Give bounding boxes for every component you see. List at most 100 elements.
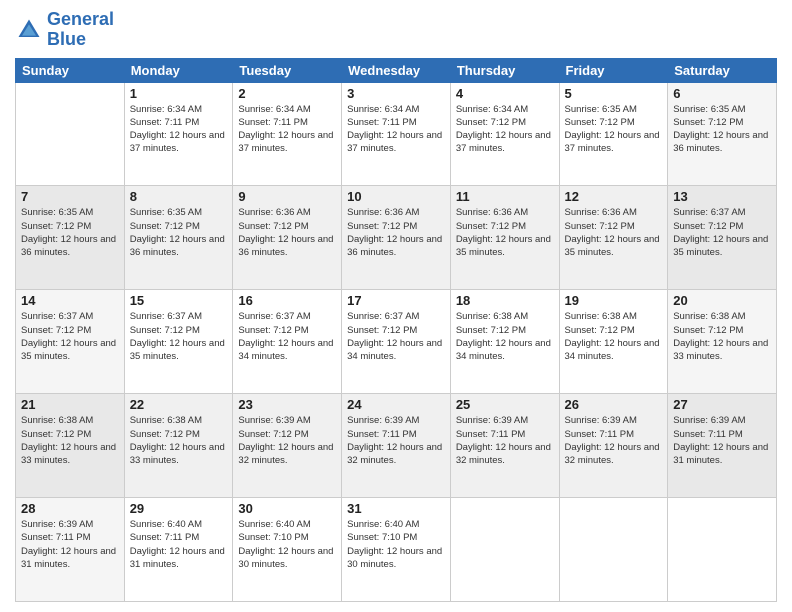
day-number: 23 [238,397,336,412]
day-cell: 7 Sunrise: 6:35 AMSunset: 7:12 PMDaylight… [16,186,125,290]
day-cell: 26 Sunrise: 6:39 AMSunset: 7:11 PMDayligh… [559,394,668,498]
day-number: 6 [673,86,771,101]
day-cell: 18 Sunrise: 6:38 AMSunset: 7:12 PMDayligh… [450,290,559,394]
day-info: Sunrise: 6:38 AMSunset: 7:12 PMDaylight:… [21,414,119,467]
header-wednesday: Wednesday [342,58,451,82]
day-number: 7 [21,189,119,204]
day-cell: 3 Sunrise: 6:34 AMSunset: 7:11 PMDaylight… [342,82,451,186]
day-cell: 5 Sunrise: 6:35 AMSunset: 7:12 PMDaylight… [559,82,668,186]
day-cell: 23 Sunrise: 6:39 AMSunset: 7:12 PMDayligh… [233,394,342,498]
day-cell: 22 Sunrise: 6:38 AMSunset: 7:12 PMDayligh… [124,394,233,498]
weekday-header-row: Sunday Monday Tuesday Wednesday Thursday… [16,58,777,82]
day-cell: 15Sunrise: 6:37 AMSunset: 7:12 PMDayligh… [124,290,233,394]
day-cell: 17Sunrise: 6:37 AMSunset: 7:12 PMDayligh… [342,290,451,394]
day-cell: 13Sunrise: 6:37 AMSunset: 7:12 PMDayligh… [668,186,777,290]
day-number: 17 [347,293,445,308]
header-sunday: Sunday [16,58,125,82]
day-cell: 16 Sunrise: 6:37 AMSunset: 7:12 PMDayligh… [233,290,342,394]
day-number: 25 [456,397,554,412]
day-number: 31 [347,501,445,516]
day-number: 10 [347,189,445,204]
day-number: 11 [456,189,554,204]
day-cell: 14 Sunrise: 6:37 AMSunset: 7:12 PMDayligh… [16,290,125,394]
day-cell: 9 Sunrise: 6:36 AMSunset: 7:12 PMDaylight… [233,186,342,290]
day-number: 29 [130,501,228,516]
day-cell: 20 Sunrise: 6:38 AMSunset: 7:12 PMDayligh… [668,290,777,394]
day-number: 22 [130,397,228,412]
day-info: Sunrise: 6:34 AMSunset: 7:11 PMDaylight:… [238,103,336,156]
day-info: Sunrise: 6:36 AMSunset: 7:12 PMDaylight:… [238,206,336,259]
header: GeneralBlue [15,10,777,50]
day-info: Sunrise: 6:38 AMSunset: 7:12 PMDaylight:… [673,310,771,363]
day-number: 1 [130,86,228,101]
day-number: 14 [21,293,119,308]
day-info: Sunrise: 6:40 AMSunset: 7:11 PMDaylight:… [130,518,228,571]
day-info: Sunrise: 6:37 AMSunset: 7:12 PMDaylight:… [238,310,336,363]
day-number: 16 [238,293,336,308]
day-cell: 27Sunrise: 6:39 AMSunset: 7:11 PMDayligh… [668,394,777,498]
day-cell [450,498,559,602]
day-info: Sunrise: 6:34 AMSunset: 7:11 PMDaylight:… [130,103,228,156]
week-row: 28 Sunrise: 6:39 AMSunset: 7:11 PMDayligh… [16,498,777,602]
day-info: Sunrise: 6:39 AMSunset: 7:11 PMDaylight:… [673,414,771,467]
day-number: 28 [21,501,119,516]
day-cell: 8Sunrise: 6:35 AMSunset: 7:12 PMDaylight… [124,186,233,290]
day-info: Sunrise: 6:40 AMSunset: 7:10 PMDaylight:… [347,518,445,571]
day-info: Sunrise: 6:39 AMSunset: 7:12 PMDaylight:… [238,414,336,467]
logo: GeneralBlue [15,10,114,50]
day-info: Sunrise: 6:39 AMSunset: 7:11 PMDaylight:… [21,518,119,571]
day-cell: 21 Sunrise: 6:38 AMSunset: 7:12 PMDayligh… [16,394,125,498]
day-info: Sunrise: 6:34 AMSunset: 7:12 PMDaylight:… [456,103,554,156]
day-cell: 24 Sunrise: 6:39 AMSunset: 7:11 PMDayligh… [342,394,451,498]
week-row: 7 Sunrise: 6:35 AMSunset: 7:12 PMDaylight… [16,186,777,290]
day-info: Sunrise: 6:34 AMSunset: 7:11 PMDaylight:… [347,103,445,156]
day-number: 19 [565,293,663,308]
day-info: Sunrise: 6:36 AMSunset: 7:12 PMDaylight:… [347,206,445,259]
day-number: 5 [565,86,663,101]
day-number: 24 [347,397,445,412]
day-info: Sunrise: 6:39 AMSunset: 7:11 PMDaylight:… [565,414,663,467]
day-info: Sunrise: 6:40 AMSunset: 7:10 PMDaylight:… [238,518,336,571]
day-cell: 30 Sunrise: 6:40 AMSunset: 7:10 PMDayligh… [233,498,342,602]
day-info: Sunrise: 6:38 AMSunset: 7:12 PMDaylight:… [130,414,228,467]
day-cell [668,498,777,602]
day-number: 21 [21,397,119,412]
day-cell: 28 Sunrise: 6:39 AMSunset: 7:11 PMDayligh… [16,498,125,602]
day-cell: 29 Sunrise: 6:40 AMSunset: 7:11 PMDayligh… [124,498,233,602]
day-info: Sunrise: 6:35 AMSunset: 7:12 PMDaylight:… [565,103,663,156]
day-cell: 25 Sunrise: 6:39 AMSunset: 7:11 PMDayligh… [450,394,559,498]
day-number: 2 [238,86,336,101]
day-info: Sunrise: 6:39 AMSunset: 7:11 PMDaylight:… [347,414,445,467]
day-cell: 31 Sunrise: 6:40 AMSunset: 7:10 PMDayligh… [342,498,451,602]
day-number: 9 [238,189,336,204]
day-number: 18 [456,293,554,308]
day-number: 30 [238,501,336,516]
page: GeneralBlue Sunday Monday Tuesday Wednes… [0,0,792,612]
day-info: Sunrise: 6:36 AMSunset: 7:12 PMDaylight:… [456,206,554,259]
week-row: 14 Sunrise: 6:37 AMSunset: 7:12 PMDayligh… [16,290,777,394]
day-info: Sunrise: 6:38 AMSunset: 7:12 PMDaylight:… [456,310,554,363]
day-number: 4 [456,86,554,101]
day-number: 12 [565,189,663,204]
logo-text: GeneralBlue [47,10,114,50]
day-number: 15 [130,293,228,308]
day-cell: 4 Sunrise: 6:34 AMSunset: 7:12 PMDaylight… [450,82,559,186]
day-info: Sunrise: 6:35 AMSunset: 7:12 PMDaylight:… [130,206,228,259]
day-cell [559,498,668,602]
day-number: 3 [347,86,445,101]
day-info: Sunrise: 6:37 AMSunset: 7:12 PMDaylight:… [21,310,119,363]
day-info: Sunrise: 6:39 AMSunset: 7:11 PMDaylight:… [456,414,554,467]
day-number: 13 [673,189,771,204]
header-friday: Friday [559,58,668,82]
header-saturday: Saturday [668,58,777,82]
logo-icon [15,16,43,44]
header-monday: Monday [124,58,233,82]
day-cell: 19 Sunrise: 6:38 AMSunset: 7:12 PMDayligh… [559,290,668,394]
day-info: Sunrise: 6:35 AMSunset: 7:12 PMDaylight:… [21,206,119,259]
day-info: Sunrise: 6:38 AMSunset: 7:12 PMDaylight:… [565,310,663,363]
day-number: 20 [673,293,771,308]
day-cell: 2 Sunrise: 6:34 AMSunset: 7:11 PMDaylight… [233,82,342,186]
day-number: 26 [565,397,663,412]
day-cell: 11 Sunrise: 6:36 AMSunset: 7:12 PMDayligh… [450,186,559,290]
day-cell: 10 Sunrise: 6:36 AMSunset: 7:12 PMDayligh… [342,186,451,290]
